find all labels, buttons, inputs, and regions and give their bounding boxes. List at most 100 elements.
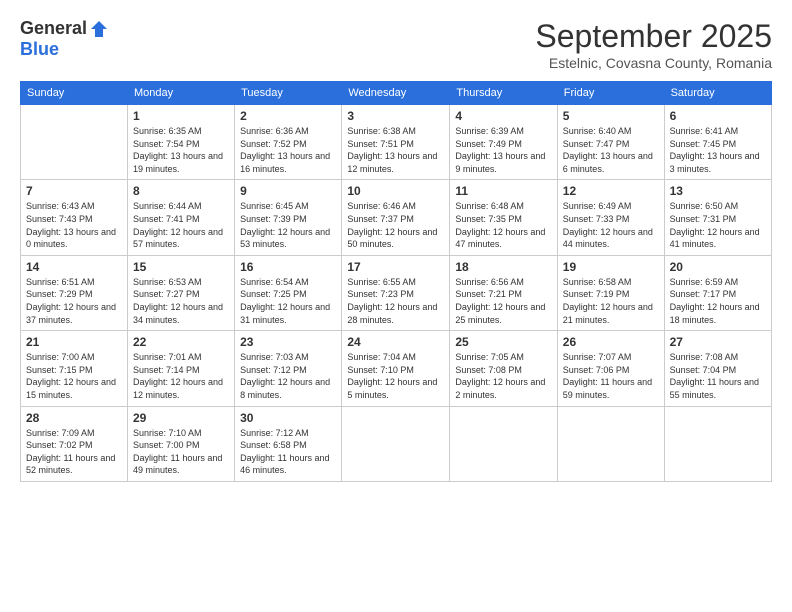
table-row: 30Sunrise: 7:12 AM Sunset: 6:58 PM Dayli… [235, 406, 342, 481]
calendar-table: Sunday Monday Tuesday Wednesday Thursday… [20, 81, 772, 482]
day-number: 24 [347, 335, 444, 349]
day-info: Sunrise: 7:10 AM Sunset: 7:00 PM Dayligh… [133, 427, 229, 477]
table-row: 29 Sunrise: 7:10 AM Sunset: 7:00 PM Dayli… [128, 406, 235, 481]
table-row: 26Sunrise: 7:07 AM Sunset: 7:06 PM Dayli… [557, 331, 664, 406]
table-row: 3 Sunrise: 6:38 AM Sunset: 7:51 PM Daylig… [342, 105, 450, 180]
col-tuesday: Tuesday [235, 82, 342, 105]
day-info: Sunrise: 7:08 AM Sunset: 7:04 PM Dayligh… [670, 351, 766, 401]
table-row: 21 Sunrise: 7:00 AM Sunset: 7:15 PM Dayli… [21, 331, 128, 406]
day-number: 14 [26, 260, 122, 274]
table-row: 23 Sunrise: 7:03 AM Sunset: 7:12 PM Dayli… [235, 331, 342, 406]
day-number: 7 [26, 184, 122, 198]
table-row: 13 Sunrise: 6:50 AM Sunset: 7:31 PM Dayli… [664, 180, 771, 255]
table-row: 2 Sunrise: 6:36 AM Sunset: 7:52 PM Daylig… [235, 105, 342, 180]
table-row: 15Sunrise: 6:53 AM Sunset: 7:27 PM Dayli… [128, 255, 235, 330]
table-row [557, 406, 664, 481]
title-section: September 2025 Estelnic, Covasna County,… [535, 18, 772, 71]
day-number: 22 [133, 335, 229, 349]
table-row [450, 406, 557, 481]
day-info: Sunrise: 7:04 AM Sunset: 7:10 PM Dayligh… [347, 351, 444, 401]
day-info: Sunrise: 6:44 AM Sunset: 7:41 PM Dayligh… [133, 200, 229, 250]
day-number: 9 [240, 184, 336, 198]
col-saturday: Saturday [664, 82, 771, 105]
day-info: Sunrise: 6:43 AM Sunset: 7:43 PM Dayligh… [26, 200, 122, 250]
table-row [342, 406, 450, 481]
table-row: 8 Sunrise: 6:44 AM Sunset: 7:41 PM Daylig… [128, 180, 235, 255]
day-number: 28 [26, 411, 122, 425]
day-info: Sunrise: 6:40 AM Sunset: 7:47 PM Dayligh… [563, 125, 659, 175]
col-monday: Monday [128, 82, 235, 105]
day-number: 17 [347, 260, 444, 274]
day-info: Sunrise: 6:54 AM Sunset: 7:25 PM Dayligh… [240, 276, 336, 326]
day-info: Sunrise: 6:35 AM Sunset: 7:54 PM Dayligh… [133, 125, 229, 175]
day-info: Sunrise: 7:03 AM Sunset: 7:12 PM Dayligh… [240, 351, 336, 401]
logo-general-text: General [20, 18, 87, 39]
day-number: 11 [455, 184, 551, 198]
day-number: 20 [670, 260, 766, 274]
calendar-header-row: Sunday Monday Tuesday Wednesday Thursday… [21, 82, 772, 105]
day-number: 25 [455, 335, 551, 349]
day-number: 4 [455, 109, 551, 123]
calendar-week-row: 1Sunrise: 6:35 AM Sunset: 7:54 PM Daylig… [21, 105, 772, 180]
table-row: 27 Sunrise: 7:08 AM Sunset: 7:04 PM Dayli… [664, 331, 771, 406]
day-info: Sunrise: 6:38 AM Sunset: 7:51 PM Dayligh… [347, 125, 444, 175]
table-row: 24 Sunrise: 7:04 AM Sunset: 7:10 PM Dayli… [342, 331, 450, 406]
day-number: 13 [670, 184, 766, 198]
day-number: 2 [240, 109, 336, 123]
table-row: 16 Sunrise: 6:54 AM Sunset: 7:25 PM Dayli… [235, 255, 342, 330]
col-wednesday: Wednesday [342, 82, 450, 105]
table-row: 17 Sunrise: 6:55 AM Sunset: 7:23 PM Dayli… [342, 255, 450, 330]
logo: General Blue [20, 18, 109, 60]
table-row: 6Sunrise: 6:41 AM Sunset: 7:45 PM Daylig… [664, 105, 771, 180]
day-number: 8 [133, 184, 229, 198]
day-number: 10 [347, 184, 444, 198]
day-info: Sunrise: 6:53 AM Sunset: 7:27 PM Dayligh… [133, 276, 229, 326]
day-number: 27 [670, 335, 766, 349]
day-info: Sunrise: 6:48 AM Sunset: 7:35 PM Dayligh… [455, 200, 551, 250]
table-row: 19Sunrise: 6:58 AM Sunset: 7:19 PM Dayli… [557, 255, 664, 330]
table-row: 18Sunrise: 6:56 AM Sunset: 7:21 PM Dayli… [450, 255, 557, 330]
day-number: 21 [26, 335, 122, 349]
day-info: Sunrise: 6:59 AM Sunset: 7:17 PM Dayligh… [670, 276, 766, 326]
table-row [664, 406, 771, 481]
day-number: 26 [563, 335, 659, 349]
table-row [21, 105, 128, 180]
table-row: 10 Sunrise: 6:46 AM Sunset: 7:37 PM Dayli… [342, 180, 450, 255]
table-row: 1Sunrise: 6:35 AM Sunset: 7:54 PM Daylig… [128, 105, 235, 180]
table-row: 14Sunrise: 6:51 AM Sunset: 7:29 PM Dayli… [21, 255, 128, 330]
calendar-week-row: 14Sunrise: 6:51 AM Sunset: 7:29 PM Dayli… [21, 255, 772, 330]
day-info: Sunrise: 6:55 AM Sunset: 7:23 PM Dayligh… [347, 276, 444, 326]
day-info: Sunrise: 6:45 AM Sunset: 7:39 PM Dayligh… [240, 200, 336, 250]
table-row: 25 Sunrise: 7:05 AM Sunset: 7:08 PM Dayli… [450, 331, 557, 406]
calendar-week-row: 28 Sunrise: 7:09 AM Sunset: 7:02 PM Dayli… [21, 406, 772, 481]
day-number: 19 [563, 260, 659, 274]
table-row: 9 Sunrise: 6:45 AM Sunset: 7:39 PM Daylig… [235, 180, 342, 255]
page: General Blue September 2025 Estelnic, Co… [0, 0, 792, 612]
day-number: 5 [563, 109, 659, 123]
day-info: Sunrise: 7:09 AM Sunset: 7:02 PM Dayligh… [26, 427, 122, 477]
col-friday: Friday [557, 82, 664, 105]
day-info: Sunrise: 6:56 AM Sunset: 7:21 PM Dayligh… [455, 276, 551, 326]
day-info: Sunrise: 7:12 AM Sunset: 6:58 PM Dayligh… [240, 427, 336, 477]
location: Estelnic, Covasna County, Romania [535, 55, 772, 71]
day-number: 16 [240, 260, 336, 274]
logo-icon [89, 19, 109, 39]
month-title: September 2025 [535, 18, 772, 55]
table-row: 12Sunrise: 6:49 AM Sunset: 7:33 PM Dayli… [557, 180, 664, 255]
day-number: 3 [347, 109, 444, 123]
table-row: 11 Sunrise: 6:48 AM Sunset: 7:35 PM Dayli… [450, 180, 557, 255]
table-row: 4Sunrise: 6:39 AM Sunset: 7:49 PM Daylig… [450, 105, 557, 180]
day-info: Sunrise: 7:00 AM Sunset: 7:15 PM Dayligh… [26, 351, 122, 401]
col-sunday: Sunday [21, 82, 128, 105]
table-row: 28 Sunrise: 7:09 AM Sunset: 7:02 PM Dayli… [21, 406, 128, 481]
logo-blue-text: Blue [20, 39, 59, 60]
header: General Blue September 2025 Estelnic, Co… [20, 18, 772, 71]
day-number: 23 [240, 335, 336, 349]
table-row: 22Sunrise: 7:01 AM Sunset: 7:14 PM Dayli… [128, 331, 235, 406]
day-info: Sunrise: 6:50 AM Sunset: 7:31 PM Dayligh… [670, 200, 766, 250]
day-number: 29 [133, 411, 229, 425]
day-info: Sunrise: 6:46 AM Sunset: 7:37 PM Dayligh… [347, 200, 444, 250]
day-info: Sunrise: 6:36 AM Sunset: 7:52 PM Dayligh… [240, 125, 336, 175]
day-info: Sunrise: 6:49 AM Sunset: 7:33 PM Dayligh… [563, 200, 659, 250]
day-info: Sunrise: 7:05 AM Sunset: 7:08 PM Dayligh… [455, 351, 551, 401]
